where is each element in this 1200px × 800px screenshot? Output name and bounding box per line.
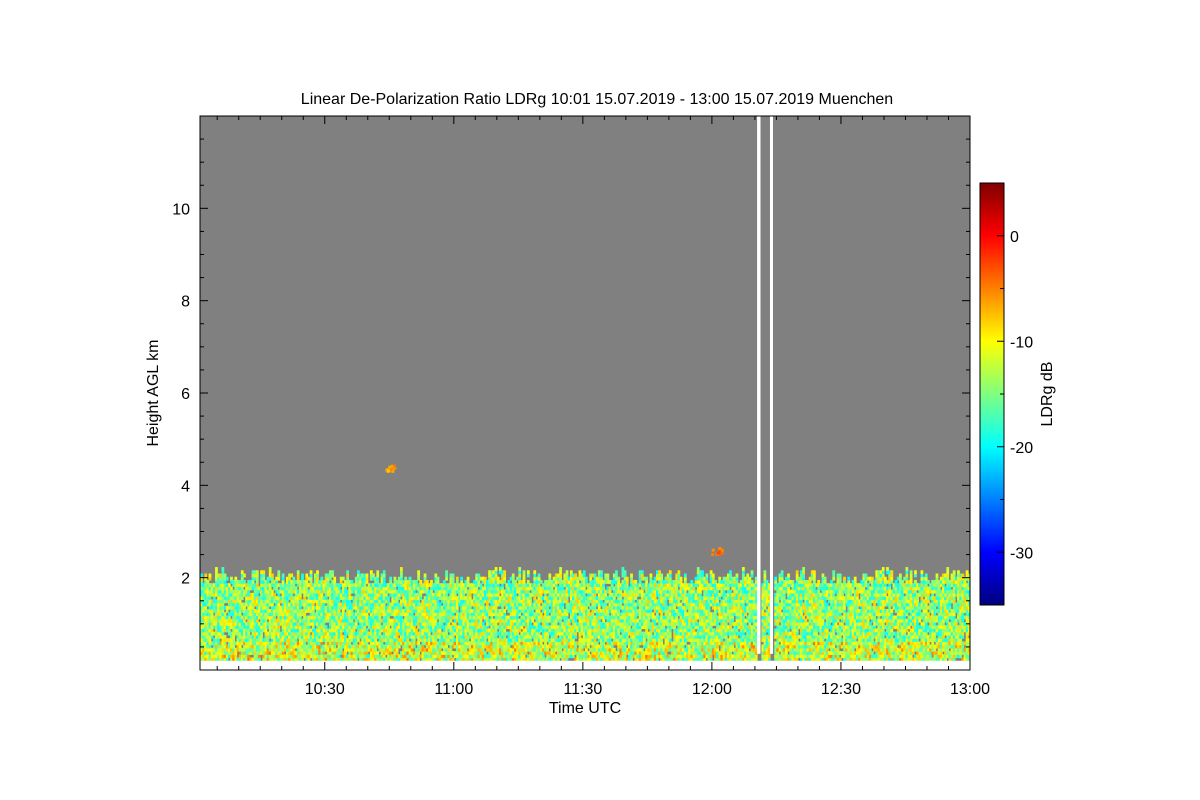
heatmap-cell	[606, 573, 610, 578]
heatmap-cell	[400, 567, 403, 571]
heatmap-cell	[204, 573, 208, 578]
heatmap-cell	[208, 573, 212, 578]
heatmap-cell	[559, 567, 562, 571]
heatmap-cell	[316, 570, 319, 575]
heatmap-cell	[382, 570, 386, 575]
heatmap-cell	[526, 570, 530, 575]
heatmap-cell	[503, 570, 507, 575]
heatmap-cell	[423, 573, 427, 578]
heatmap-cell	[365, 573, 369, 578]
heatmap-cell	[617, 576, 621, 581]
heatmap-cell	[225, 576, 229, 581]
heatmap-cell	[630, 573, 633, 578]
heatmap-cell	[389, 576, 393, 581]
heatmap-cell	[301, 573, 304, 578]
heatmap-cell	[582, 570, 586, 575]
heatmap-cell	[625, 576, 629, 581]
ldr-figure: Linear De-Polarization Ratio LDRg 10:01 …	[145, 91, 1056, 717]
heatmap-cell	[331, 570, 334, 575]
heatmap-cell	[436, 576, 440, 581]
heatmap-cell	[451, 573, 455, 578]
heatmap-cell	[522, 570, 526, 575]
heatmap-cell	[494, 567, 498, 571]
heatmap-cell	[309, 570, 313, 575]
heatmap-cell	[333, 576, 337, 581]
heatmap-cell	[417, 570, 420, 575]
heatmap-cell	[537, 573, 541, 578]
heatmap-cell	[623, 570, 627, 575]
heatmap-cell	[296, 570, 300, 575]
heatmap-cell	[270, 573, 274, 578]
heatmap-cell	[585, 576, 588, 581]
heatmap-cell	[346, 570, 350, 575]
heatmap-cell	[277, 570, 281, 575]
heatmap-cell	[255, 570, 259, 575]
heatmap-cell	[445, 570, 448, 575]
heatmap-cell	[455, 576, 459, 581]
heatmap-cell	[518, 567, 522, 571]
heatmap-cell	[215, 567, 218, 571]
heatmap-cell	[533, 570, 537, 575]
heatmap-cell	[600, 570, 603, 575]
heatmap-cell	[376, 570, 380, 575]
heatmap-cell	[281, 573, 285, 578]
heatmap-cell	[460, 576, 463, 581]
heatmap-cell	[268, 567, 272, 571]
plot-area: 10:30 11:00 11:30 12:00 12:30 13:00 246810	[172, 115, 990, 698]
heatmap-cell	[466, 576, 470, 581]
heatmap-cell	[262, 570, 266, 575]
heatmap-cell	[511, 573, 515, 578]
heatmap-cell	[565, 570, 569, 575]
heatmap-cell	[548, 573, 552, 578]
heatmap-cell	[221, 567, 225, 571]
chart-title: Linear De-Polarization Ratio LDRg 10:01 …	[301, 91, 893, 108]
heatmap-cell	[243, 573, 246, 578]
heatmap-cell	[615, 570, 618, 575]
